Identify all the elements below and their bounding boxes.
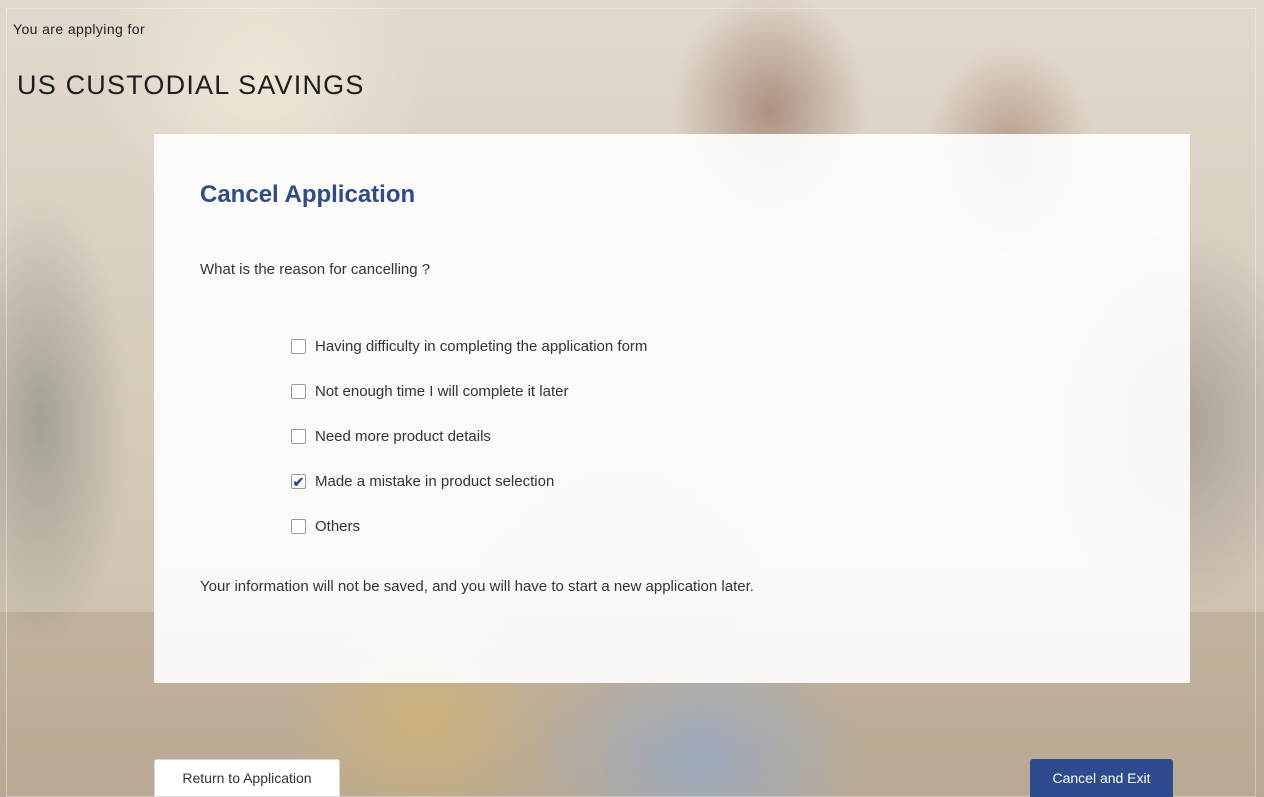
reason-label: Need more product details [315, 428, 491, 445]
card-title: Cancel Application [200, 181, 416, 208]
cancel-application-card: Cancel Application What is the reason fo… [154, 134, 1190, 683]
reason-options: Having difficulty in completing the appl… [291, 324, 647, 549]
reason-label: Others [315, 518, 361, 535]
product-title: US CUSTODIAL SAVINGS [17, 70, 365, 100]
reason-checkbox[interactable] [291, 429, 306, 444]
return-to-application-button[interactable]: Return to Application [154, 759, 340, 797]
reason-checkbox[interactable] [291, 519, 306, 534]
reason-checkbox[interactable] [291, 339, 306, 354]
reason-option[interactable]: Not enough time I will complete it later [291, 369, 647, 414]
page: You are applying for US CUSTODIAL SAVING… [0, 0, 1264, 797]
cancel-and-exit-button[interactable]: Cancel and Exit [1030, 759, 1173, 797]
reason-option[interactable]: Having difficulty in completing the appl… [291, 324, 647, 369]
reason-checkbox[interactable]: ✔ [291, 474, 306, 489]
reason-option[interactable]: ✔ Made a mistake in product selection [291, 459, 647, 504]
checkmark-icon: ✔ [292, 473, 305, 490]
reason-checkbox[interactable] [291, 384, 306, 399]
reason-option[interactable]: Others [291, 504, 647, 549]
data-loss-notice: Your information will not be saved, and … [200, 578, 754, 595]
applying-for-label: You are applying for [13, 21, 146, 37]
reason-option[interactable]: Need more product details [291, 414, 647, 459]
reason-label: Having difficulty in completing the appl… [315, 338, 648, 355]
reason-label: Made a mistake in product selection [315, 473, 555, 490]
reason-question: What is the reason for cancelling ? [200, 261, 431, 278]
reason-label: Not enough time I will complete it later [315, 383, 569, 400]
